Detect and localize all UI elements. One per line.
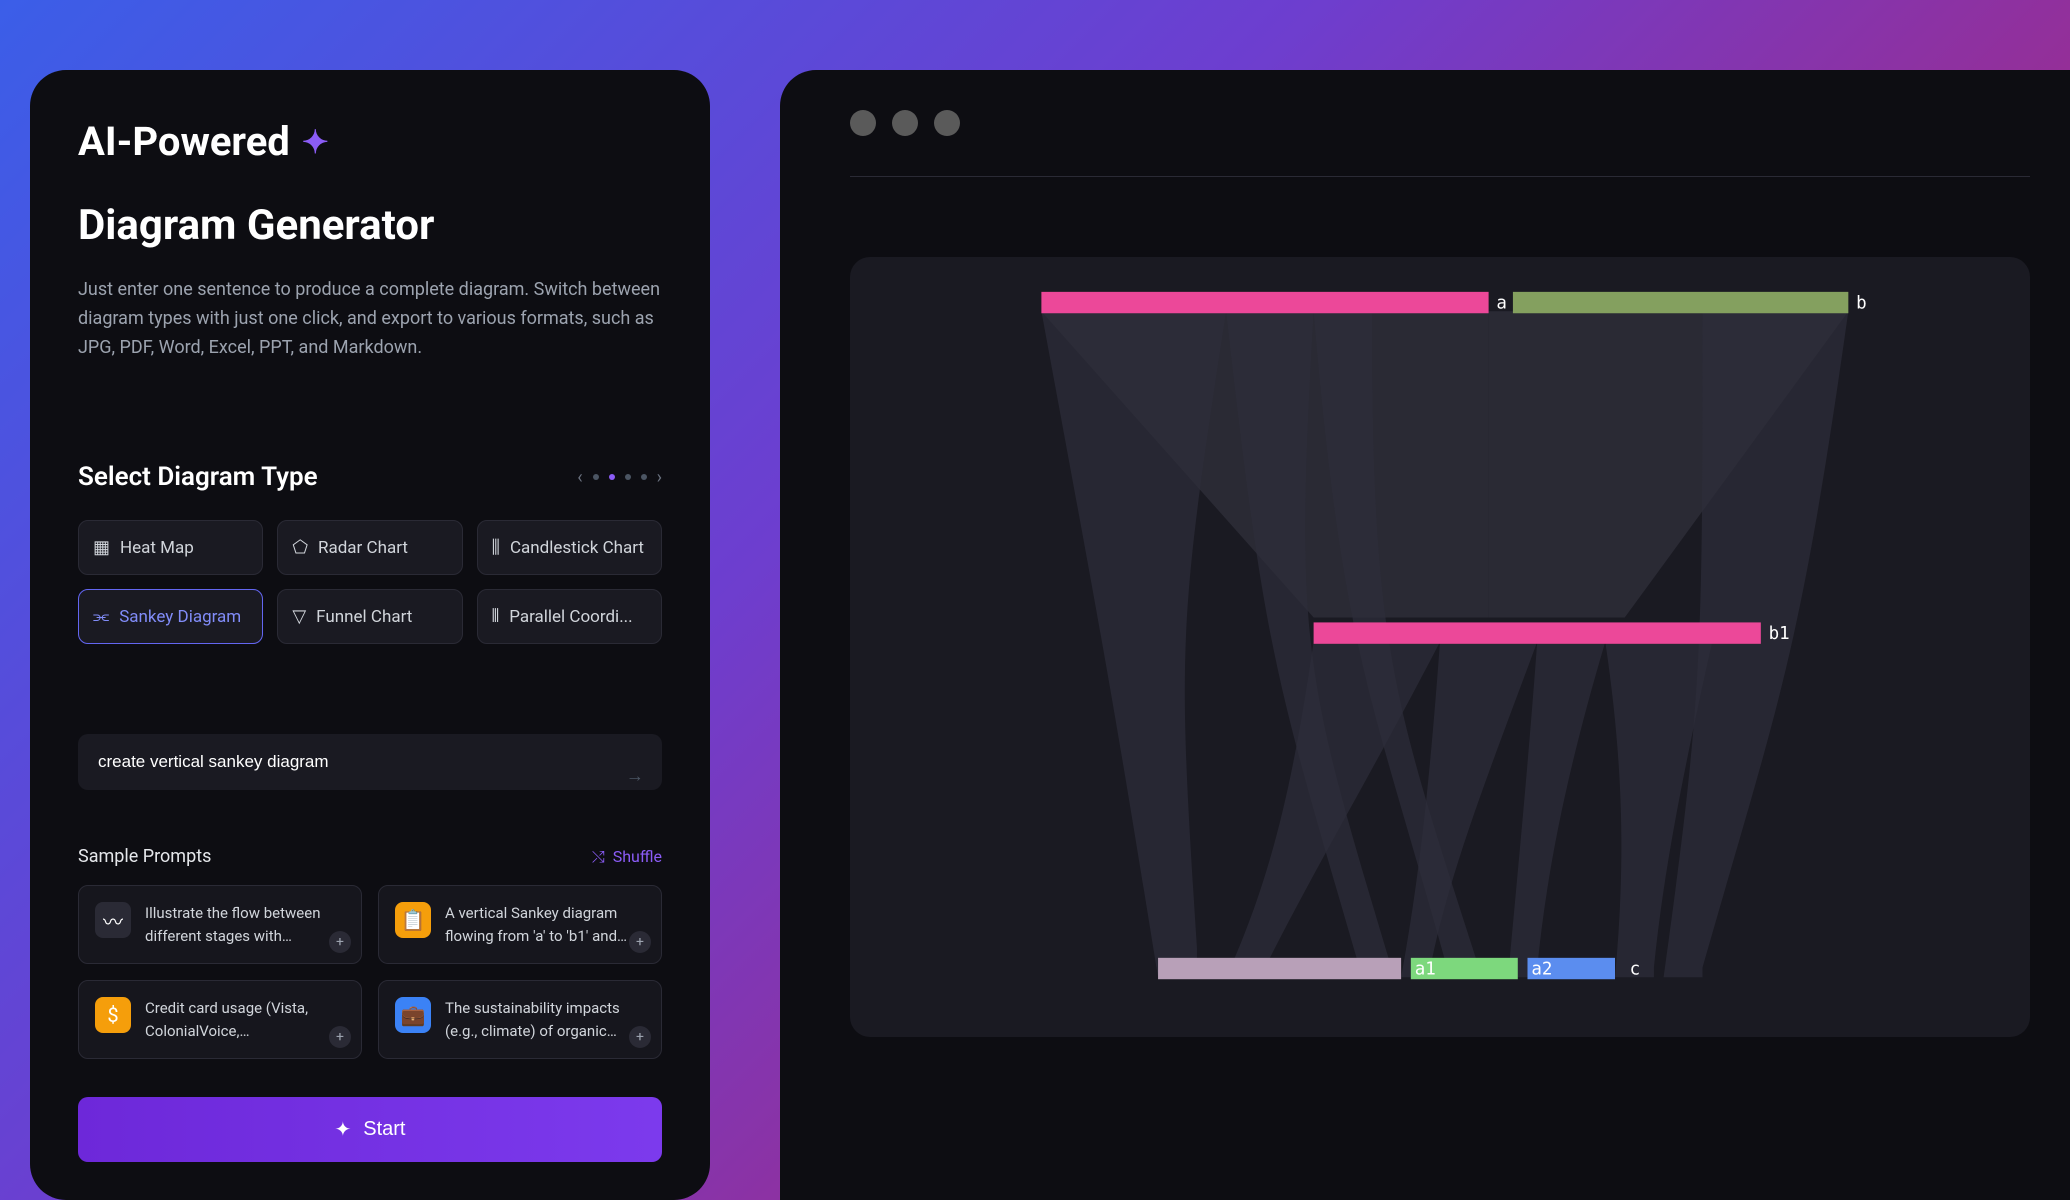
page-next-icon[interactable]: › [657, 467, 662, 488]
diagram-section-title: Select Diagram Type [78, 462, 318, 492]
window-control-dot[interactable] [850, 110, 876, 136]
node-label-b1: b1 [1769, 624, 1790, 644]
sample-prompt-card[interactable]: 〰 Illustrate the flow between different … [78, 885, 362, 964]
sankey-node-b [1513, 292, 1848, 313]
sample-prompt-card[interactable]: $ Credit card usage (Vista, ColonialVoic… [78, 980, 362, 1059]
diagram-label: Sankey Diagram [119, 607, 241, 627]
diagram-label: Radar Chart [318, 538, 408, 558]
sankey-icon: ⫘ [93, 606, 109, 627]
diagram-type-radar[interactable]: ⬠ Radar Chart [277, 520, 462, 575]
sankey-flow [1041, 311, 1226, 977]
ai-powered-label: AI-Powered [78, 118, 290, 165]
add-prompt-button[interactable]: + [629, 931, 651, 953]
briefcase-icon: 💼 [395, 997, 431, 1033]
page-dot[interactable] [625, 474, 631, 480]
diagram-label: Heat Map [120, 538, 194, 558]
shuffle-icon: ⤭ [592, 847, 605, 867]
dollar-icon: $ [95, 997, 131, 1033]
prompt-input-wrap: → [78, 734, 662, 818]
pagination: ‹ › [577, 467, 662, 488]
sankey-flow [1508, 642, 1605, 977]
sample-prompt-card[interactable]: 📋 A vertical Sankey diagram flowing from… [378, 885, 662, 964]
sidebar-panel: AI-Powered ✦ Diagram Generator Just ente… [30, 70, 710, 1200]
diagram-type-parallel[interactable]: ⫴ Parallel Coordi... [477, 589, 662, 644]
diagram-label: Parallel Coordi... [509, 607, 632, 627]
diagram-type-candlestick[interactable]: ⫼ Candlestick Chart [477, 520, 662, 575]
prompt-text: Credit card usage (Vista, ColonialVoice,… [145, 997, 345, 1042]
sparkle-icon: ✦ [302, 123, 329, 161]
page-dot-active[interactable] [609, 474, 615, 480]
page-dot[interactable] [593, 474, 599, 480]
diagram-type-heat-map[interactable]: ▦ Heat Map [78, 520, 263, 575]
sample-header: Sample Prompts ⤭ Shuffle [78, 846, 662, 867]
sankey-node-a [1041, 292, 1488, 313]
shuffle-button[interactable]: ⤭ Shuffle [592, 847, 662, 867]
candlestick-icon: ⫼ [492, 537, 500, 558]
add-prompt-button[interactable]: + [329, 931, 351, 953]
prompt-text: A vertical Sankey diagram flowing from '… [445, 902, 645, 947]
start-label: Start [363, 1118, 405, 1141]
send-icon[interactable]: → [626, 766, 644, 787]
diagram-label: Funnel Chart [316, 607, 412, 627]
prompt-text: Illustrate the flow between different st… [145, 902, 345, 947]
page-description: Just enter one sentence to produce a com… [78, 276, 662, 362]
page-dot[interactable] [641, 474, 647, 480]
sankey-node-unlabeled [1158, 958, 1401, 979]
page-title: Diagram Generator [78, 201, 662, 250]
sankey-node-b1 [1314, 622, 1761, 643]
diagram-type-sankey[interactable]: ⫘ Sankey Diagram [78, 589, 263, 644]
window-control-dot[interactable] [892, 110, 918, 136]
heatmap-icon: ▦ [93, 537, 110, 558]
window-controls [850, 110, 2030, 177]
sample-title: Sample Prompts [78, 846, 211, 867]
diagram-label: Candlestick Chart [510, 538, 644, 558]
funnel-icon: ▽ [292, 606, 306, 627]
diagram-type-funnel[interactable]: ▽ Funnel Chart [277, 589, 462, 644]
sankey-svg: a b b1 a1 a2 c [900, 287, 1980, 987]
sankey-diagram: a b b1 a1 a2 c [850, 257, 2030, 1037]
flow-icon: 〰 [95, 902, 131, 938]
node-label-a2: a2 [1531, 959, 1552, 979]
preview-panel: a b b1 a1 a2 c [780, 70, 2070, 1200]
node-label-b: b [1856, 293, 1867, 313]
diagram-type-grid: ▦ Heat Map ⬠ Radar Chart ⫼ Candlestick C… [78, 520, 662, 644]
calendar-icon: 📋 [395, 902, 431, 938]
parallel-icon: ⫴ [492, 606, 500, 627]
node-label-a1: a1 [1415, 959, 1436, 979]
node-label-a: a [1496, 293, 1507, 313]
prompt-text: The sustainability impacts (e.g., climat… [445, 997, 645, 1042]
page-prev-icon[interactable]: ‹ [577, 467, 582, 488]
add-prompt-button[interactable]: + [329, 1026, 351, 1048]
sparkle-icon: ✦ [334, 1117, 351, 1142]
start-button[interactable]: ✦ Start [78, 1097, 662, 1162]
ai-powered-header: AI-Powered ✦ [78, 118, 662, 165]
shuffle-label: Shuffle [613, 847, 662, 866]
sample-prompts-grid: 〰 Illustrate the flow between different … [78, 885, 662, 1059]
prompt-input[interactable] [78, 734, 662, 790]
add-prompt-button[interactable]: + [629, 1026, 651, 1048]
radar-icon: ⬠ [292, 537, 308, 558]
window-control-dot[interactable] [934, 110, 960, 136]
node-label-c: c [1630, 959, 1641, 979]
sample-prompt-card[interactable]: 💼 The sustainability impacts (e.g., clim… [378, 980, 662, 1059]
diagram-section-header: Select Diagram Type ‹ › [78, 462, 662, 492]
